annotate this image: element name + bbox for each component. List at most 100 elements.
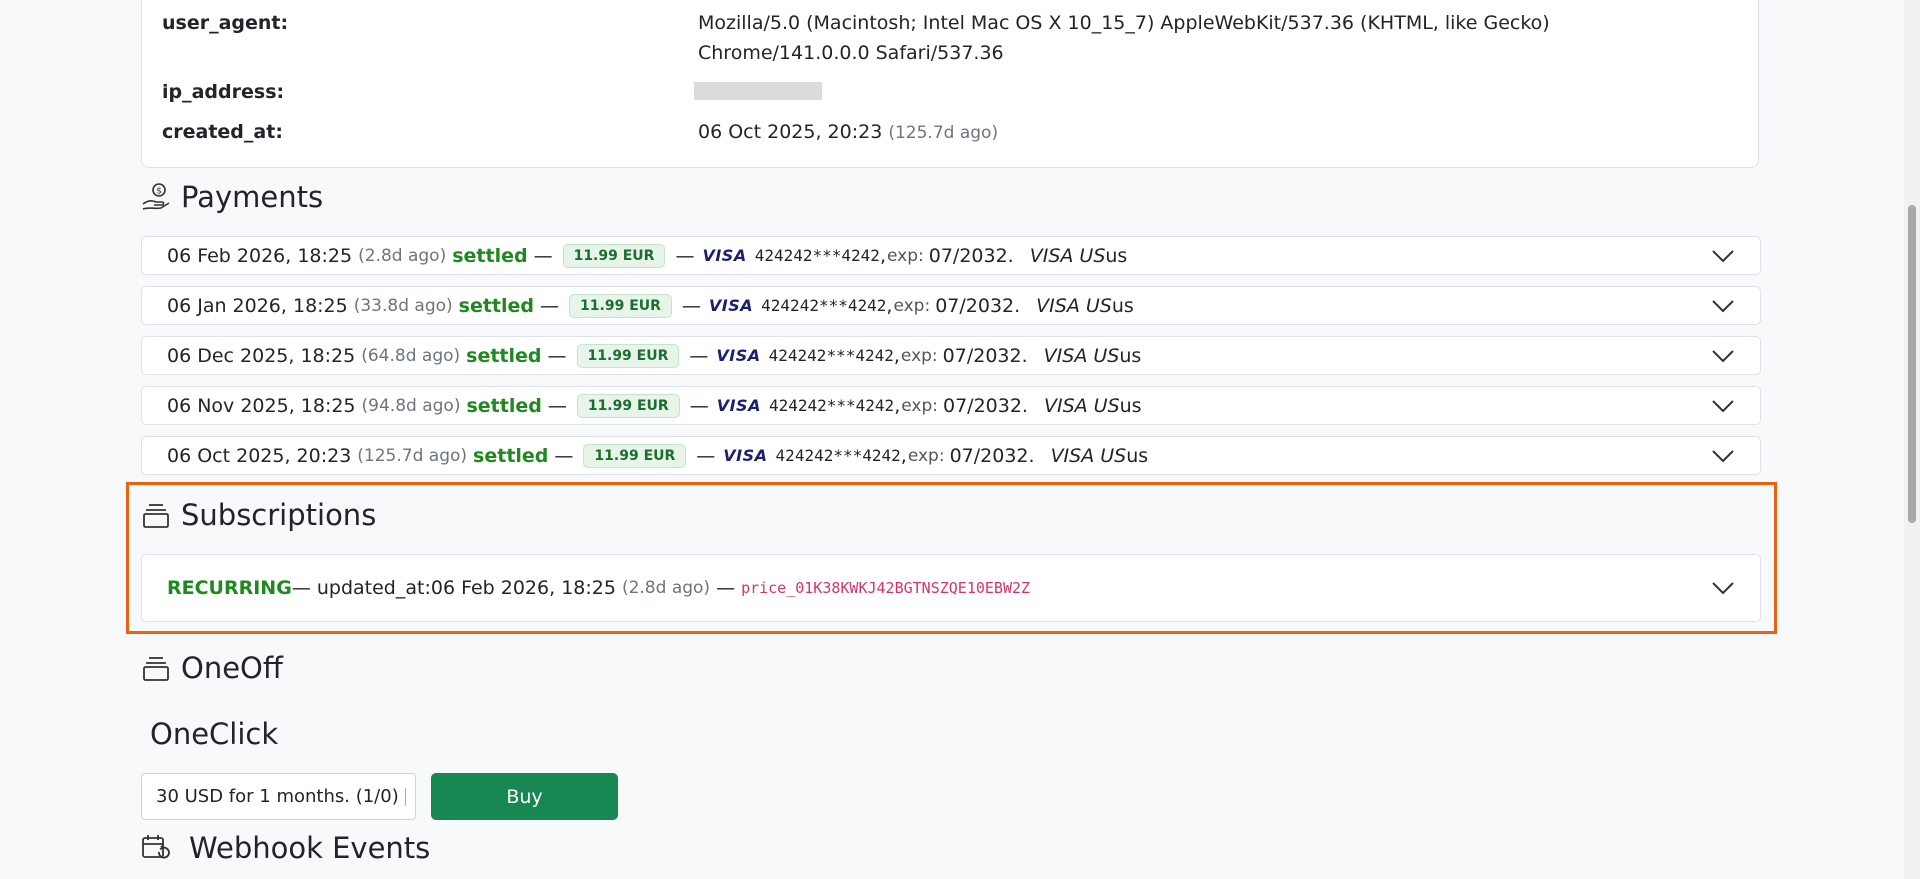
created-at-key: created_at: [162, 121, 283, 143]
subscriptions-title: Subscriptions [181, 498, 377, 532]
separator: — [547, 394, 567, 417]
scrollbar[interactable] [1904, 0, 1920, 879]
separator: — [547, 344, 567, 367]
payments-heading: $ Payments [141, 180, 323, 214]
created-at-ago: (125.7d ago) [888, 123, 999, 143]
oneoff-title: OneOff [181, 651, 283, 685]
card-number: 424242***4242 [768, 396, 895, 415]
card-country: us [1105, 244, 1128, 267]
ip-address-key: ip_address: [162, 81, 285, 103]
separator: — [716, 577, 736, 599]
exp-label: exp: [900, 345, 938, 366]
exp-value: 07/2032. [928, 244, 1014, 267]
payment-status: settled [458, 294, 535, 317]
separator: — [554, 444, 574, 467]
oneclick-plan-value: 30 USD for 1 months. (1/0) [156, 786, 399, 807]
session-info-card: user_agent: Mozilla/5.0 (Macintosh; Inte… [141, 0, 1759, 168]
payment-status: settled [466, 394, 542, 417]
card-country: us [1126, 444, 1149, 467]
separator: — [675, 244, 695, 267]
card-brand-text: VISA US [1043, 344, 1120, 367]
card-number: 424242***4242 [754, 246, 880, 265]
updated-date: 06 Feb 2026, 18:25 [430, 577, 616, 599]
created-at-value: 06 Oct 2025, 20:23 (125.7d ago) [698, 117, 1658, 148]
separator: — [681, 294, 701, 317]
subscription-type: RECURRING [167, 577, 292, 599]
card-brand-text: VISA US [1036, 294, 1112, 317]
coin-hand-icon: $ [141, 182, 171, 212]
payment-date: 06 Jan 2026, 18:25 [167, 294, 348, 317]
visa-logo-icon: VISA [723, 446, 768, 465]
payment-item[interactable]: 06 Jan 2026, 18:25 (33.8d ago) settled —… [141, 286, 1761, 325]
separator: — [533, 244, 553, 267]
payment-item[interactable]: 06 Feb 2026, 18:25 (2.8d ago) settled — … [141, 236, 1761, 275]
chevron-down-icon[interactable] [1712, 299, 1734, 313]
exp-label: exp: [901, 395, 938, 416]
chevron-down-icon[interactable] [1712, 399, 1734, 413]
payment-date: 06 Oct 2025, 20:23 [167, 444, 352, 467]
scrollbar-thumb[interactable] [1908, 205, 1916, 523]
visa-logo-icon: VISA [708, 296, 754, 315]
buy-button[interactable]: Buy [431, 773, 618, 820]
subscriptions-heading: Subscriptions [141, 498, 376, 532]
card-number: 424242***4242 [775, 446, 901, 465]
chevron-down-icon[interactable] [1712, 249, 1734, 263]
ip-address-row: ip_address: [162, 77, 1742, 107]
chevron-down-icon[interactable] [1712, 581, 1734, 595]
stack-icon [141, 500, 171, 530]
card-country: us [1119, 394, 1142, 417]
user-agent-value: Mozilla/5.0 (Macintosh; Intel Mac OS X 1… [698, 12, 1550, 64]
payments-title: Payments [181, 180, 324, 214]
exp-value: 07/2032. [942, 394, 1028, 417]
payment-status: settled [452, 244, 528, 267]
user-agent-key: user_agent: [162, 12, 289, 34]
card-brand-text: VISA US [1043, 394, 1120, 417]
exp-value: 07/2032. [935, 294, 1021, 317]
payment-ago: (2.8d ago) [358, 245, 447, 266]
created-at-row: created_at: 06 Oct 2025, 20:23 (125.7d a… [162, 117, 1742, 147]
payment-status: settled [466, 344, 542, 367]
payment-ago: (94.8d ago) [361, 395, 461, 416]
stack-icon [141, 653, 171, 683]
card-country: us [1119, 344, 1142, 367]
created-at-date: 06 Oct 2025, 20:23 [698, 121, 883, 143]
card-brand-text: VISA US [1029, 244, 1106, 267]
calendar-refresh-icon [141, 833, 171, 863]
updated-ago: (2.8d ago) [621, 578, 711, 598]
exp-label: exp: [907, 445, 945, 466]
card-number: 424242***4242 [761, 296, 887, 315]
payment-date: 06 Nov 2025, 18:25 [167, 394, 356, 417]
payment-ago: (33.8d ago) [353, 295, 453, 316]
webhook-events-heading: Webhook Events [141, 831, 430, 865]
payment-date: 06 Dec 2025, 18:25 [167, 344, 356, 367]
payment-ago: (64.8d ago) [361, 345, 461, 366]
exp-value: 07/2032. [942, 344, 1028, 367]
exp-label: exp: [893, 295, 931, 316]
visa-logo-icon: VISA [716, 396, 761, 415]
svg-text:$: $ [156, 187, 162, 197]
card-number: 424242***4242 [768, 346, 894, 365]
chevron-down-icon[interactable] [1712, 349, 1734, 363]
page: user_agent: Mozilla/5.0 (Macintosh; Inte… [0, 0, 1920, 879]
webhook-events-title: Webhook Events [189, 831, 431, 865]
separator: — [689, 394, 709, 417]
chevron-down-icon[interactable] [1712, 449, 1734, 463]
payment-item[interactable]: 06 Dec 2025, 18:25 (64.8d ago) settled —… [141, 336, 1761, 375]
separator: — [540, 294, 560, 317]
subscription-item[interactable]: RECURRING — updated_at: 06 Feb 2026, 18:… [141, 554, 1761, 622]
amount-badge: 11.99 EUR [576, 343, 680, 368]
oneoff-heading: OneOff [141, 651, 283, 685]
amount-badge: 11.99 EUR [583, 443, 687, 468]
payment-item[interactable]: 06 Oct 2025, 20:23 (125.7d ago) settled … [141, 436, 1761, 475]
oneclick-heading: OneClick [150, 717, 279, 751]
payment-item[interactable]: 06 Nov 2025, 18:25 (94.8d ago) settled —… [141, 386, 1761, 425]
oneclick-plan-select[interactable]: 30 USD for 1 months. (1/0) [141, 773, 416, 820]
text-caret [404, 787, 406, 806]
ip-address-value [694, 77, 1658, 107]
payment-ago: (125.7d ago) [357, 445, 468, 466]
visa-logo-icon: VISA [716, 346, 761, 365]
visa-logo-icon: VISA [702, 246, 747, 265]
card-country: us [1111, 294, 1134, 317]
amount-badge: 11.99 EUR [576, 393, 680, 418]
amount-badge: 11.99 EUR [569, 293, 672, 318]
